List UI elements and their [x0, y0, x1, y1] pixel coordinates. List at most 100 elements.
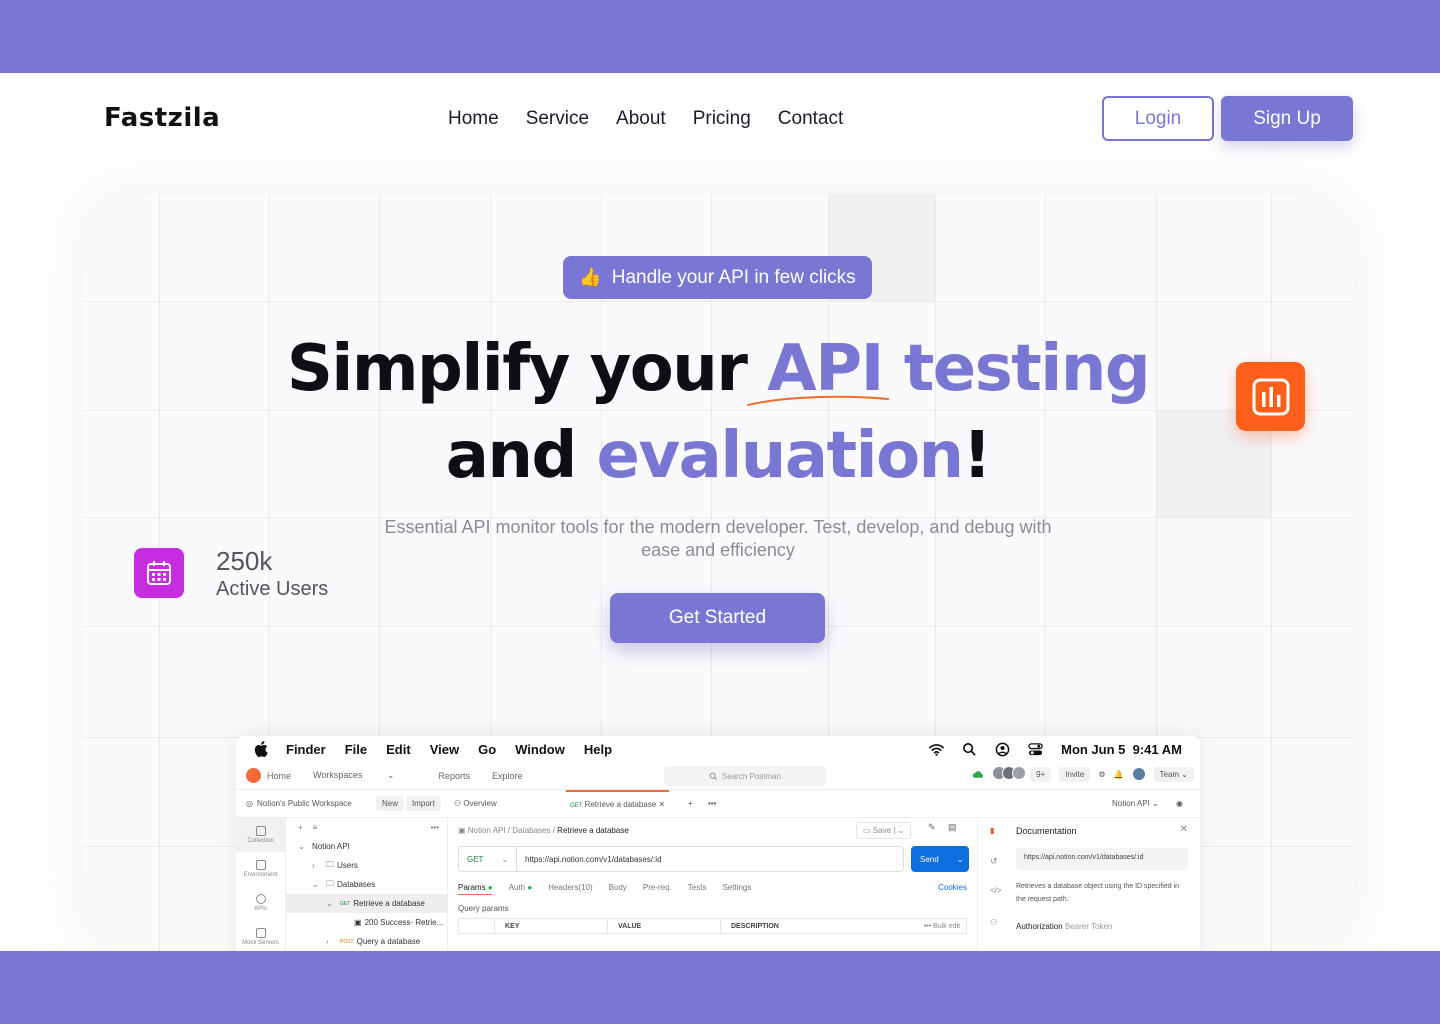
- close-icon[interactable]: ✕: [658, 800, 665, 809]
- more-tabs-icon[interactable]: •••: [708, 799, 716, 808]
- caret-icon[interactable]: ›: [312, 861, 326, 870]
- tab-overview[interactable]: ⚇ Overview: [454, 799, 497, 808]
- filter-icon[interactable]: ≡: [313, 823, 318, 832]
- menu-file[interactable]: File: [345, 742, 367, 757]
- chevron-down-icon: ⌄: [386, 770, 395, 780]
- brand-logo[interactable]: Fastzila: [104, 103, 220, 133]
- add-tab-icon[interactable]: +: [688, 799, 693, 808]
- overview-icon: ⚇: [454, 799, 464, 808]
- login-button[interactable]: Login: [1102, 96, 1214, 141]
- caret-icon[interactable]: ⌄: [312, 880, 326, 889]
- tab-tests[interactable]: Tests: [688, 883, 707, 892]
- control-center-icon[interactable]: [1028, 742, 1043, 757]
- pm-home[interactable]: Home: [267, 771, 291, 781]
- tab-auth[interactable]: Auth ●: [509, 883, 533, 892]
- menu-edit[interactable]: Edit: [386, 742, 411, 757]
- code-icon[interactable]: </>: [990, 886, 1002, 895]
- rail-collection[interactable]: Collection: [236, 818, 285, 852]
- workspace-label: Notion's Public Workspace: [256, 799, 352, 808]
- tab-params[interactable]: Params ●: [458, 883, 493, 892]
- bell-icon[interactable]: 🔔: [1114, 770, 1124, 779]
- save-label: Save: [872, 826, 892, 835]
- tree-item-label: Retrieve a database: [353, 899, 425, 908]
- pm-reports[interactable]: Reports: [438, 771, 470, 781]
- hero-subtitle: Essential API monitor tools for the mode…: [384, 517, 1052, 560]
- settings-gear-icon[interactable]: ⚙: [1098, 770, 1105, 779]
- method-select[interactable]: GET ⌄: [459, 847, 517, 871]
- tab-retrieve-database[interactable]: GET Retrieve a database ✕: [566, 790, 670, 815]
- caret-icon[interactable]: ⌄: [298, 842, 312, 851]
- rail-label: APIs: [254, 906, 267, 912]
- mock-server-icon: [255, 928, 266, 938]
- send-button[interactable]: Send ⌄: [911, 846, 969, 872]
- bulk-edit-link[interactable]: ••• Bulk edit: [914, 919, 966, 933]
- menubar-clock[interactable]: Mon Jun 5 9:41 AM: [1061, 742, 1182, 757]
- caret-icon[interactable]: ⌄: [326, 899, 340, 908]
- import-button[interactable]: Import: [406, 796, 441, 811]
- nav-home[interactable]: Home: [448, 108, 499, 130]
- cloud-sync-icon[interactable]: [972, 769, 984, 779]
- url-input[interactable]: https://api.notion.com/v1/databases/:id: [517, 855, 662, 864]
- more-icon[interactable]: •••: [431, 823, 439, 832]
- team-label: Team: [1159, 769, 1180, 779]
- tab-settings[interactable]: Settings: [722, 883, 751, 892]
- new-button[interactable]: New: [376, 796, 405, 811]
- menu-help[interactable]: Help: [584, 742, 612, 757]
- edit-icon[interactable]: ✎: [928, 822, 936, 833]
- add-icon[interactable]: +: [298, 823, 303, 832]
- menu-window[interactable]: Window: [515, 742, 565, 757]
- tree-item[interactable]: › 🗀 Users: [286, 856, 447, 875]
- pm-explore[interactable]: Explore: [492, 771, 523, 781]
- tree-item[interactable]: ⌄ Notion API: [286, 837, 447, 856]
- tab-prereq[interactable]: Pre-req.: [643, 883, 672, 892]
- tree-item-label: 200 Success- Retrie...: [364, 918, 444, 927]
- user-avatar[interactable]: [1131, 767, 1146, 781]
- comment-icon[interactable]: ▤: [948, 822, 957, 833]
- nav-pricing[interactable]: Pricing: [693, 108, 751, 130]
- tree-item[interactable]: ⌄ GET Retrieve a database: [286, 894, 447, 913]
- history-icon[interactable]: ↺: [990, 856, 998, 867]
- documentation-panel: ▮ Documentation ✕ ↺ https://api.notion.c…: [978, 818, 1200, 951]
- environment-select[interactable]: Notion API ⌄: [1112, 799, 1159, 808]
- search-icon[interactable]: [962, 742, 977, 757]
- team-dropdown[interactable]: Team ⌄: [1153, 766, 1194, 782]
- pm-search-input[interactable]: Search Postman: [664, 766, 826, 786]
- get-started-button[interactable]: Get Started: [610, 593, 825, 643]
- postman-logo-icon[interactable]: [246, 768, 261, 783]
- rail-environment[interactable]: Environment: [236, 852, 285, 886]
- nav-service[interactable]: Service: [526, 108, 589, 130]
- request-breadcrumb: ▣ Notion API / Databases / Retrieve a da…: [458, 826, 629, 835]
- close-icon[interactable]: ✕: [1180, 824, 1188, 835]
- pm-workspaces-label: Workspaces: [313, 770, 363, 780]
- workspace-name[interactable]: ◎ Notion's Public Workspace: [246, 799, 352, 808]
- tree-item[interactable]: ▣ 200 Success- Retrie...: [286, 913, 447, 932]
- environment-icon: [255, 860, 266, 870]
- request-panel: ▣ Notion API / Databases / Retrieve a da…: [448, 818, 978, 951]
- menu-go[interactable]: Go: [478, 742, 496, 757]
- invite-button[interactable]: Invite: [1059, 766, 1091, 782]
- tab-body[interactable]: Body: [609, 883, 627, 892]
- nav-contact[interactable]: Contact: [778, 108, 843, 130]
- hero-title-plain: Simplify your: [286, 332, 768, 406]
- tree-item[interactable]: ⌄ 🗀 Databases: [286, 875, 447, 894]
- pm-top-right: 9+ Invite ⚙ 🔔 Team ⌄: [972, 766, 1194, 782]
- menu-view[interactable]: View: [430, 742, 459, 757]
- rail-apis[interactable]: APIs: [236, 886, 285, 920]
- apple-icon[interactable]: [254, 741, 268, 757]
- cookies-link[interactable]: Cookies: [938, 883, 967, 892]
- save-button[interactable]: ▭ Save | ⌄: [856, 822, 912, 839]
- wifi-icon[interactable]: [929, 742, 945, 757]
- avatar-group[interactable]: [992, 766, 1027, 782]
- menu-finder[interactable]: Finder: [286, 742, 326, 757]
- signup-button[interactable]: Sign Up: [1221, 96, 1353, 141]
- user-circle-icon[interactable]: [995, 742, 1010, 757]
- pm-workspaces[interactable]: Workspaces ⌄: [313, 770, 416, 781]
- tab-retrieve-label: Retrieve a database: [584, 800, 657, 809]
- caret-icon[interactable]: ›: [326, 937, 340, 946]
- tree-item[interactable]: › POST Query a database: [286, 932, 447, 951]
- tab-headers[interactable]: Headers(10): [548, 883, 592, 892]
- nav-about[interactable]: About: [616, 108, 666, 130]
- rail-mock-servers[interactable]: Mock Servers: [236, 920, 285, 951]
- eye-icon[interactable]: ◉: [1176, 799, 1183, 808]
- bar-chart-icon: [1236, 362, 1305, 431]
